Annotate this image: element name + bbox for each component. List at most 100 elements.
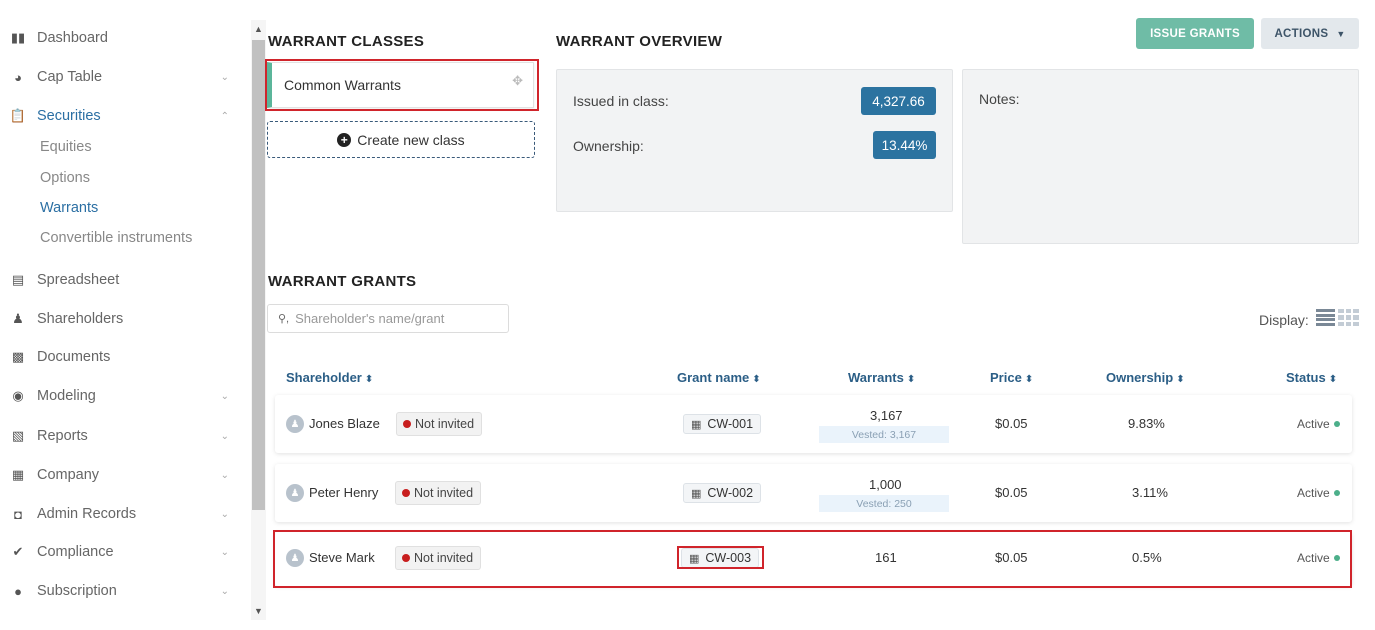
warrants-value: 3,167 (870, 408, 903, 423)
scroll-down-arrow-icon[interactable]: ▼ (252, 604, 265, 618)
sidebar-item-label: Spreadsheet (37, 272, 120, 288)
status-badge: Active (1297, 417, 1340, 431)
certificate-icon: ▦ (691, 418, 702, 431)
sort-icon: ⬍ (1024, 374, 1034, 385)
status-dot-icon (402, 489, 410, 497)
sort-icon: ⬍ (752, 374, 761, 385)
column-label: Price (990, 370, 1022, 385)
invite-status-badge: Not invited (395, 481, 482, 505)
status-label: Active (1297, 486, 1330, 500)
column-label: Grant name (677, 370, 750, 385)
chevron-down-icon: ⌄ (220, 585, 229, 597)
column-header-shareholder[interactable]: Shareholder ⬍ (286, 370, 373, 385)
grant-chip[interactable]: ▦ CW-002 (683, 483, 762, 503)
chevron-down-icon: ⌄ (220, 390, 229, 402)
sidebar-subitem-convertible-instruments[interactable]: Convertible instruments (40, 230, 192, 246)
status-dot-icon (403, 420, 411, 428)
dashboard-icon: ▮▮ (10, 30, 26, 45)
search-input[interactable]: ⚲, Shareholder's name/grant (267, 304, 509, 333)
avatar-icon: ♟ (286, 484, 304, 502)
sidebar-subitem-options[interactable]: Options (40, 170, 90, 186)
sidebar-item-documents[interactable]: ▩ Documents (10, 346, 235, 368)
ownership-value-badge: 13.44% (873, 131, 936, 159)
shield-check-icon: ✔ (12, 544, 24, 559)
grid-view-icon[interactable] (1338, 309, 1359, 326)
invite-status-label: Not invited (414, 486, 474, 500)
sidebar-item-securities[interactable]: 📋 Securities ⌃ (10, 105, 235, 127)
column-header-warrants[interactable]: Warrants ⬍ (848, 370, 915, 385)
invite-status-badge: Not invited (396, 412, 483, 436)
actions-label: ACTIONS (1274, 27, 1329, 40)
search-placeholder: Shareholder's name/grant (295, 311, 445, 326)
scrollbar-thumb[interactable] (252, 40, 265, 510)
price-value: $0.05 (995, 416, 1028, 431)
status-badge: Active (1297, 486, 1340, 500)
ownership-label: Ownership: (573, 138, 644, 154)
grant-name: CW-001 (707, 417, 754, 431)
admin-records-icon: ◘ (14, 506, 22, 522)
notes-panel[interactable]: Notes: (962, 69, 1359, 244)
sidebar-item-reports[interactable]: ▧ Reports ⌄ (10, 425, 235, 447)
grant-name: CW-002 (707, 486, 754, 500)
actions-dropdown-button[interactable]: ACTIONS ▼ (1261, 18, 1359, 49)
issue-grants-button[interactable]: ISSUE GRANTS (1136, 18, 1254, 49)
display-label: Display: (1259, 312, 1309, 328)
sidebar-item-admin-records[interactable]: ◘ Admin Records ⌄ (10, 503, 235, 525)
sidebar-subitem-warrants[interactable]: Warrants (40, 200, 98, 216)
shareholder-name[interactable]: Jones Blaze (309, 416, 380, 431)
sidebar-item-compliance[interactable]: ✔ Compliance ⌄ (10, 541, 235, 563)
sidebar-item-label: Documents (37, 349, 111, 365)
column-header-grant-name[interactable]: Grant name ⬍ (677, 370, 761, 385)
avatar-icon: ♟ (286, 415, 304, 433)
create-new-class-label: Create new class (357, 131, 465, 148)
notes-label: Notes: (979, 91, 1020, 107)
ownership-value: 9.83% (1128, 416, 1165, 431)
list-view-icon[interactable] (1316, 309, 1335, 326)
highlight-outline (273, 530, 1352, 588)
sidebar-item-company[interactable]: ▦ Company ⌄ (10, 464, 235, 486)
column-header-status[interactable]: Status ⬍ (1286, 370, 1337, 385)
table-row[interactable]: ♟ Peter Henry Not invited ▦ CW-002 1,000 … (275, 464, 1352, 522)
scroll-up-arrow-icon[interactable]: ▲ (252, 22, 265, 36)
chevron-down-icon: ⌄ (220, 469, 229, 481)
dollar-circle-icon: ● (14, 583, 22, 599)
chevron-down-icon: ⌄ (220, 430, 229, 442)
warrants-value: 1,000 (869, 477, 902, 492)
sidebar-item-label: Reports (37, 428, 88, 444)
sidebar-item-subscription[interactable]: ● Subscription ⌄ (10, 580, 235, 602)
sidebar-item-modeling[interactable]: ◉ Modeling ⌄ (10, 385, 235, 407)
chevron-up-icon: ⌃ (220, 110, 229, 122)
sidebar-item-label: Cap Table (37, 69, 103, 85)
sidebar-item-dashboard[interactable]: ▮▮ Dashboard (10, 27, 235, 49)
sidebar-item-cap-table[interactable]: ◕ Cap Table ⌄ (10, 66, 235, 88)
column-label: Shareholder (286, 370, 362, 385)
caret-down-icon: ▼ (1336, 28, 1346, 39)
spreadsheet-icon: ▤ (11, 272, 25, 287)
column-label: Warrants (848, 370, 904, 385)
warrant-grants-title: WARRANT GRANTS (268, 273, 417, 290)
pie-chart-icon: ◕ (14, 69, 22, 85)
warrant-classes-title: WARRANT CLASSES (268, 33, 425, 50)
column-header-ownership[interactable]: Ownership ⬍ (1106, 370, 1185, 385)
sort-icon: ⬍ (364, 374, 374, 385)
report-icon: ▧ (11, 428, 25, 443)
sidebar-item-label: Company (37, 467, 100, 483)
column-header-price[interactable]: Price ⬍ (990, 370, 1033, 385)
price-value: $0.05 (995, 485, 1028, 500)
shareholder-name[interactable]: Peter Henry (309, 485, 378, 500)
sidebar-subitem-equities[interactable]: Equities (40, 139, 92, 155)
sidebar-item-label: Securities (37, 108, 101, 124)
issued-label: Issued in class: (573, 93, 669, 109)
status-dot-icon (1333, 490, 1340, 496)
overview-panel: Issued in class: 4,327.66 Ownership: 13.… (556, 69, 953, 212)
person-icon: ♟ (12, 311, 24, 326)
sidebar-item-spreadsheet[interactable]: ▤ Spreadsheet (10, 269, 235, 291)
sidebar-item-shareholders[interactable]: ♟ Shareholders (10, 308, 235, 330)
sort-icon: ⬍ (1176, 374, 1185, 385)
certificate-icon: ▦ (691, 487, 702, 500)
grant-chip[interactable]: ▦ CW-001 (683, 414, 762, 434)
create-new-class-button[interactable]: + Create new class (267, 121, 535, 158)
sidebar-item-label: Admin Records (37, 506, 137, 522)
table-row[interactable]: ♟ Jones Blaze Not invited ▦ CW-001 3,167 … (275, 395, 1352, 453)
lightbulb-icon: ◉ (12, 388, 24, 403)
